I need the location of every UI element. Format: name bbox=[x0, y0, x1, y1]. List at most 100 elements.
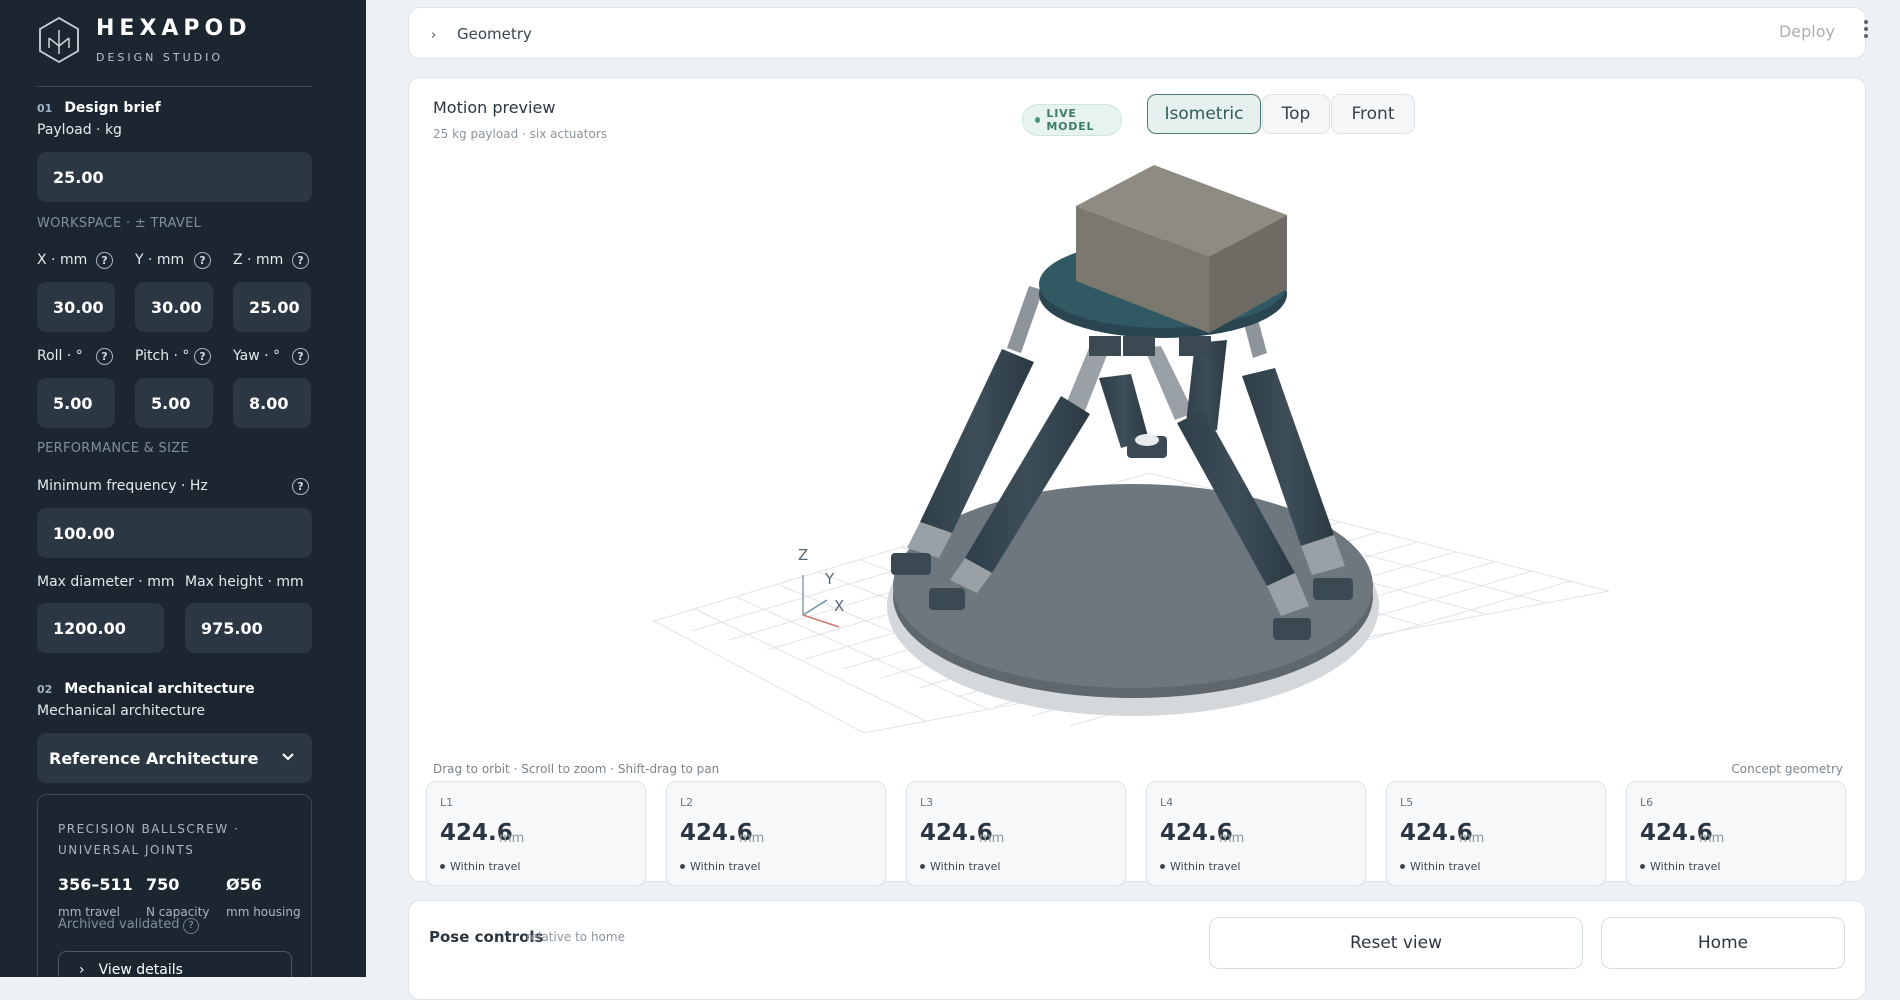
stat-label: mm housing bbox=[226, 905, 301, 919]
preview-subtitle: 25 kg payload · six actuators bbox=[433, 127, 607, 141]
architecture-card: PRECISION BALLSCREW · UNIVERSAL JOINTS 3… bbox=[37, 794, 312, 977]
view-details-label: View details bbox=[98, 962, 183, 977]
stat-value: 750 bbox=[146, 875, 180, 894]
validation-note: Archived validated bbox=[58, 917, 180, 932]
architecture-card-title: PRECISION BALLSCREW · UNIVERSAL JOINTS bbox=[58, 822, 240, 857]
payload-input[interactable]: 25.00 bbox=[37, 152, 312, 202]
frequency-help-icon[interactable]: ? bbox=[292, 478, 309, 495]
leg-status-label: Within travel bbox=[450, 860, 521, 873]
leg-length-unit: mm bbox=[739, 831, 765, 846]
height-input[interactable]: 975.00 bbox=[185, 603, 312, 653]
leg-card: L2 424.6 mm Within travel bbox=[666, 781, 886, 886]
leg-card: L5 424.6 mm Within travel bbox=[1386, 781, 1606, 886]
status-dot-icon bbox=[680, 864, 685, 869]
status-dot-icon bbox=[1400, 864, 1405, 869]
leg-id: L5 bbox=[1400, 796, 1414, 809]
leg-status-label: Within travel bbox=[1650, 860, 1721, 873]
view-isometric-button[interactable]: Isometric bbox=[1147, 94, 1261, 134]
section-title: Mechanical architecture bbox=[64, 681, 255, 697]
architecture-selected: Reference Architecture bbox=[49, 748, 259, 768]
leg-id: L6 bbox=[1640, 796, 1654, 809]
x-help-icon[interactable]: ? bbox=[96, 252, 113, 269]
frequency-label: Minimum frequency · Hz bbox=[37, 478, 208, 494]
payload-label: Payload · kg bbox=[37, 122, 122, 138]
chevron-down-icon bbox=[282, 753, 294, 761]
section-title: Design brief bbox=[64, 100, 161, 116]
view-top-button[interactable]: Top bbox=[1262, 94, 1330, 134]
leg-status: Within travel bbox=[1640, 860, 1720, 873]
pitch-input[interactable]: 5.00 bbox=[135, 378, 213, 428]
leg-card: L6 424.6 mm Within travel bbox=[1626, 781, 1846, 886]
leg-id: L3 bbox=[920, 796, 934, 809]
architecture-select[interactable]: Reference Architecture bbox=[37, 733, 312, 783]
leg-length-unit: mm bbox=[1459, 831, 1485, 846]
leg-status: Within travel bbox=[920, 860, 1000, 873]
roll-help-icon[interactable]: ? bbox=[96, 348, 113, 365]
z-label: Z · mm bbox=[233, 252, 284, 268]
status-dot-icon bbox=[440, 864, 445, 869]
diameter-label: Max diameter · mm bbox=[37, 574, 175, 590]
deploy-button[interactable]: Deploy bbox=[1779, 22, 1835, 41]
x-input[interactable]: 30.00 bbox=[37, 282, 115, 332]
y-input[interactable]: 30.00 bbox=[135, 282, 213, 332]
leg-length-unit: mm bbox=[979, 831, 1005, 846]
view-details-button[interactable]: › View details bbox=[58, 951, 292, 977]
section-number: 01 bbox=[37, 102, 53, 115]
more-options-icon[interactable] bbox=[1864, 20, 1868, 40]
roll-input[interactable]: 5.00 bbox=[37, 378, 115, 428]
leg-status: Within travel bbox=[680, 860, 760, 873]
x-label: X · mm bbox=[37, 252, 88, 268]
frequency-input[interactable]: 100.00 bbox=[37, 508, 312, 558]
chevron-right-icon: › bbox=[431, 28, 437, 43]
geometry-title: Geometry bbox=[457, 25, 532, 43]
leg-card: L3 424.6 mm Within travel bbox=[906, 781, 1126, 886]
validation-help-icon[interactable]: ? bbox=[183, 918, 199, 934]
leg-status-label: Within travel bbox=[690, 860, 761, 873]
diameter-input[interactable]: 1200.00 bbox=[37, 603, 164, 653]
leg-status: Within travel bbox=[440, 860, 520, 873]
yaw-label: Yaw · ° bbox=[233, 348, 281, 364]
hexapod-3d-viewport[interactable]: Z Y X bbox=[409, 78, 1865, 758]
brand-subtitle: DESIGN STUDIO bbox=[96, 51, 224, 64]
section-mechanical: 02 Mechanical architecture bbox=[37, 681, 255, 697]
reset-view-button[interactable]: Reset view bbox=[1209, 917, 1583, 969]
yaw-help-icon[interactable]: ? bbox=[292, 348, 309, 365]
z-input[interactable]: 25.00 bbox=[233, 282, 311, 332]
geometry-panel[interactable]: › Geometry Deploy bbox=[408, 7, 1866, 59]
pose-subtitle: relative to home bbox=[526, 930, 625, 944]
live-model-label: LIVE MODEL bbox=[1046, 107, 1095, 133]
axis-triad-icon: Z Y X bbox=[798, 546, 844, 628]
performance-caption: PERFORMANCE & SIZE bbox=[37, 441, 189, 456]
concept-geometry-label: Concept geometry bbox=[1731, 762, 1843, 776]
section-number: 02 bbox=[37, 683, 53, 696]
leg-status-label: Within travel bbox=[1410, 860, 1481, 873]
brand-name: HEXAPOD bbox=[96, 16, 252, 41]
leg-length-unit: mm bbox=[1219, 831, 1245, 846]
leg-status: Within travel bbox=[1400, 860, 1480, 873]
yaw-input[interactable]: 8.00 bbox=[233, 378, 311, 428]
live-model-badge: LIVE MODEL bbox=[1022, 104, 1122, 136]
viewport-hint: Drag to orbit · Scroll to zoom · Shift-d… bbox=[433, 762, 720, 776]
pitch-help-icon[interactable]: ? bbox=[194, 348, 211, 365]
divider bbox=[37, 86, 312, 87]
y-label: Y · mm bbox=[135, 252, 185, 268]
leg-id: L4 bbox=[1160, 796, 1174, 809]
status-dot-icon bbox=[1160, 864, 1165, 869]
leg-id: L1 bbox=[440, 796, 454, 809]
z-help-icon[interactable]: ? bbox=[292, 252, 309, 269]
leg-status-label: Within travel bbox=[930, 860, 1001, 873]
leg-status-label: Within travel bbox=[1170, 860, 1241, 873]
status-dot-icon bbox=[1640, 864, 1645, 869]
x-axis-label: X bbox=[834, 597, 844, 615]
leg-id: L2 bbox=[680, 796, 694, 809]
stat-value: 356–511 bbox=[58, 875, 133, 894]
pose-controls-panel: Pose controls relative to home Reset vie… bbox=[408, 900, 1866, 1000]
y-help-icon[interactable]: ? bbox=[194, 252, 211, 269]
y-axis-label: Y bbox=[824, 570, 835, 588]
workspace-caption: WORKSPACE · ± TRAVEL bbox=[37, 216, 202, 231]
leg-length-unit: mm bbox=[499, 831, 525, 846]
home-button[interactable]: Home bbox=[1601, 917, 1845, 969]
view-front-button[interactable]: Front bbox=[1331, 94, 1415, 134]
chevron-right-icon: › bbox=[79, 962, 85, 977]
leg-status: Within travel bbox=[1160, 860, 1240, 873]
